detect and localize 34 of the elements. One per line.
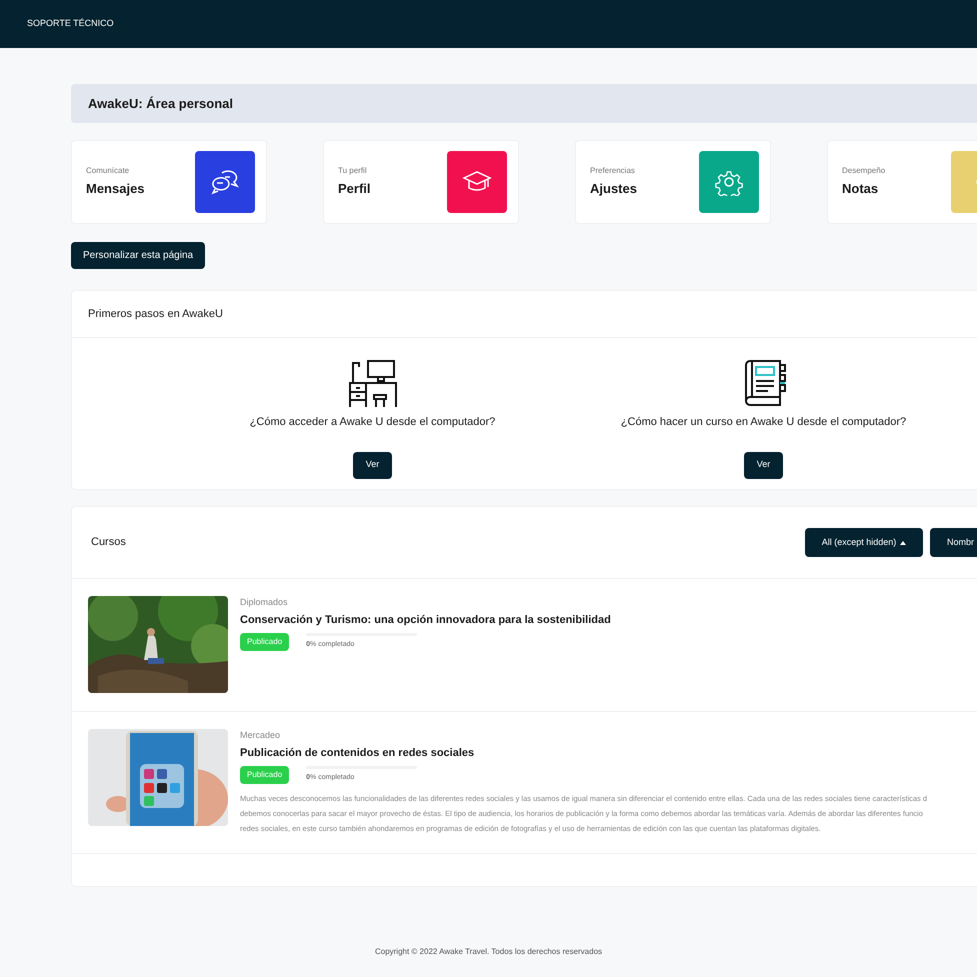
shortcut-card[interactable]: Tu perfil Perfil bbox=[323, 140, 519, 224]
card-title: Perfil bbox=[338, 180, 372, 198]
filter-button[interactable]: All (except hidden) bbox=[805, 528, 923, 557]
shortcut-card[interactable]: Comunícate Mensajes bbox=[71, 140, 267, 224]
shortcut-card[interactable]: Desempeño Notas bbox=[827, 140, 977, 224]
desk-computer-icon bbox=[348, 359, 398, 409]
panel-title: Cursos bbox=[91, 535, 127, 550]
status-badge: Publicado bbox=[240, 633, 290, 651]
view-button[interactable]: Ver bbox=[353, 452, 392, 478]
page-title: AwakeU: Área personal bbox=[88, 94, 233, 113]
course-title: Conservación y Turismo: una opción innovadora para la sostenibilidad bbox=[240, 612, 611, 628]
card-caption: Comunícate bbox=[86, 165, 130, 178]
card-title: Notas bbox=[842, 180, 880, 198]
card-title: Mensajes bbox=[86, 180, 146, 198]
card-caption: Tu perfil bbox=[338, 165, 368, 178]
course-category: Diplomados bbox=[240, 596, 289, 609]
help-question: ¿Cómo hacer un curso en Awake U desde el computador? bbox=[620, 415, 906, 430]
course-title: Publicación de contenidos en redes sociales bbox=[240, 746, 476, 760]
nav-link[interactable]: SOPORTE TÉCNICO bbox=[27, 17, 114, 31]
status-badge: Publicado bbox=[240, 766, 290, 784]
shortcut-card[interactable]: Preferencias Ajustes bbox=[575, 140, 771, 224]
sort-button[interactable]: Nombr bbox=[930, 528, 977, 557]
customize-button[interactable]: Personalizar esta página bbox=[71, 242, 206, 269]
panel-title: Primeros pasos en AwakeU bbox=[88, 306, 223, 322]
card-title: Ajustes bbox=[590, 180, 638, 198]
chat-bubbles-icon bbox=[210, 169, 240, 195]
caret-icon bbox=[900, 540, 906, 544]
settings-icon bbox=[715, 168, 743, 196]
footer-copyright: Copyright © 2022 Awake Travel. Todos los derechos reservados bbox=[374, 947, 602, 956]
help-question: ¿Cómo acceder a Awake U desde el computador? bbox=[250, 415, 496, 430]
view-button[interactable]: Ver bbox=[744, 452, 783, 478]
card-caption: Preferencias bbox=[590, 165, 636, 178]
course-category: Mercadeo bbox=[240, 729, 282, 742]
card-caption: Desempeño bbox=[842, 165, 886, 178]
